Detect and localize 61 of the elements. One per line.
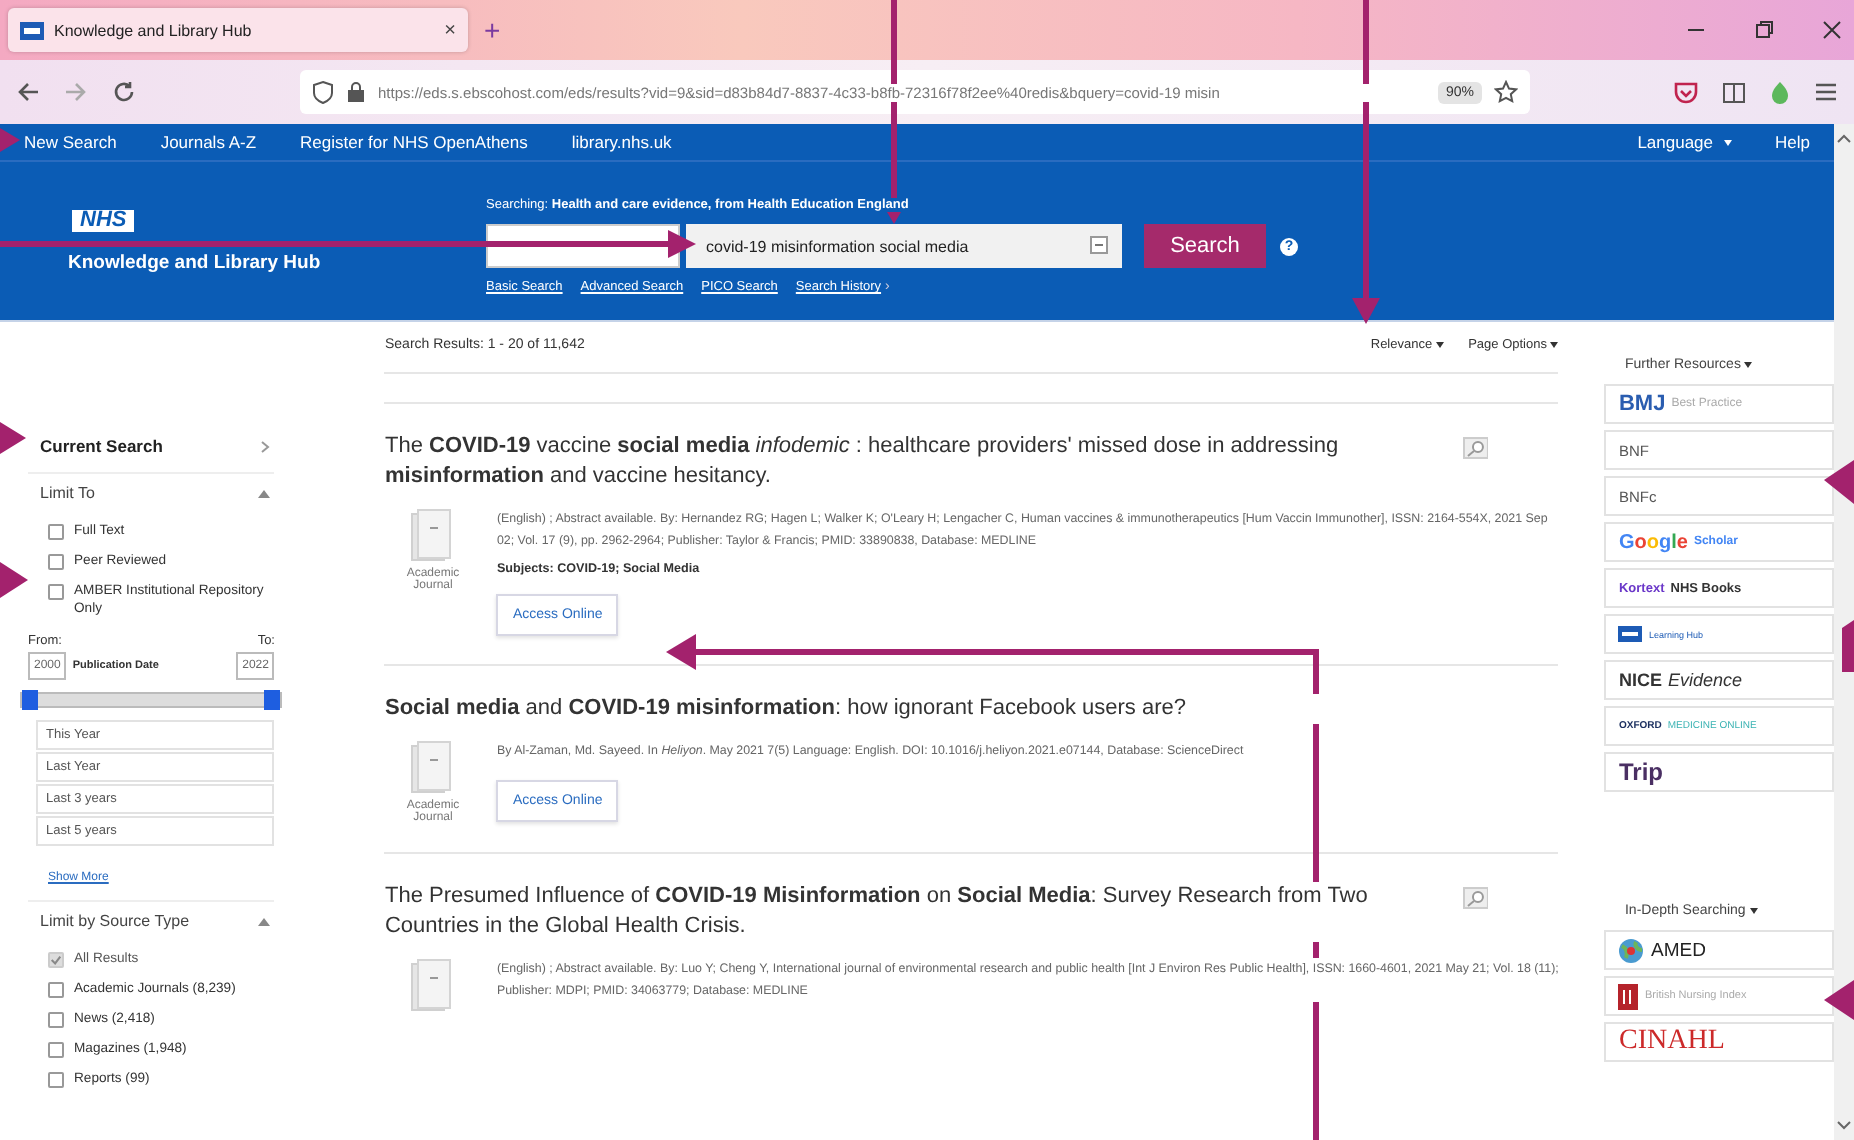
caret-icon[interactable] [258, 489, 271, 497]
lock-icon [346, 80, 366, 104]
close-icon[interactable] [1822, 20, 1842, 40]
close-tab-button[interactable]: × [444, 19, 456, 41]
resource-link[interactable]: NICE Evidence [1604, 660, 1834, 700]
caret-icon[interactable] [1723, 139, 1732, 145]
shield-icon [312, 80, 334, 104]
favicon-icon [20, 21, 44, 39]
annotation-arrow [0, 128, 20, 152]
search-field[interactable]: covid-19 misinformation social media [686, 224, 1122, 268]
nav-link[interactable]: New Search [24, 132, 117, 152]
nav-link[interactable]: library.nhs.uk [571, 132, 672, 152]
section-heading[interactable]: Limit by Source Type [40, 912, 190, 930]
annotation-arrow [1842, 620, 1854, 672]
checkbox[interactable] [48, 584, 64, 600]
resource-link[interactable]: Trip [1604, 752, 1834, 792]
document-icon [410, 740, 455, 796]
nav-link[interactable]: Register for NHS OpenAthens [300, 132, 528, 152]
nav-link[interactable]: Journals A-Z [160, 132, 257, 152]
section-heading[interactable]: Current Search [40, 436, 163, 456]
globe-icon [1618, 937, 1645, 963]
pocket-icon[interactable] [1674, 81, 1698, 103]
menu-icon[interactable] [1814, 82, 1838, 102]
chevron-icon[interactable] [260, 439, 271, 453]
checkbox[interactable] [48, 524, 64, 540]
nhs-logo: NHS [72, 210, 135, 232]
nav-link[interactable]: Language [1637, 132, 1732, 152]
star-icon[interactable] [1494, 80, 1518, 104]
checkbox[interactable] [48, 982, 64, 998]
book-logo-icon [1618, 983, 1639, 1009]
magnifier-icon[interactable] [1461, 436, 1489, 460]
restore-icon[interactable] [1754, 20, 1774, 40]
search-button[interactable]: Search [1144, 224, 1266, 268]
checkbox[interactable] [48, 554, 64, 570]
range-slider[interactable] [20, 692, 283, 708]
site-title: Knowledge and Library Hub [68, 252, 323, 274]
caret-icon[interactable] [258, 917, 271, 925]
checkbox[interactable] [48, 1042, 64, 1058]
scrollbar[interactable] [1834, 124, 1854, 1140]
document-icon [410, 958, 455, 1014]
dropdown-icon[interactable] [1090, 236, 1108, 254]
annotation-arrow [1824, 460, 1854, 504]
scroll-down-icon[interactable] [1836, 1120, 1852, 1132]
checkbox[interactable] [48, 1012, 64, 1028]
annotation-arrow [0, 562, 28, 598]
reload-icon[interactable] [112, 80, 136, 104]
resource-link[interactable]: AMED [1604, 930, 1834, 970]
resource-link[interactable]: CINAHL [1604, 1022, 1834, 1062]
document-icon [410, 508, 455, 564]
checkbox[interactable] [48, 1072, 64, 1088]
nav-link[interactable]: Help [1775, 132, 1810, 152]
scroll-up-icon[interactable] [1836, 132, 1852, 144]
browser-tab[interactable]: Knowledge and Library Hub × [8, 8, 468, 52]
magnifier-icon[interactable] [1461, 886, 1489, 910]
annotation-arrow [0, 422, 26, 454]
hub-logo-icon [1618, 626, 1643, 642]
section-heading[interactable]: Limit To [40, 484, 95, 502]
back-icon[interactable] [16, 80, 40, 104]
reader-icon[interactable] [1722, 81, 1746, 103]
annotation-arrow [1824, 980, 1854, 1020]
new-tab-button[interactable]: + [484, 14, 501, 46]
